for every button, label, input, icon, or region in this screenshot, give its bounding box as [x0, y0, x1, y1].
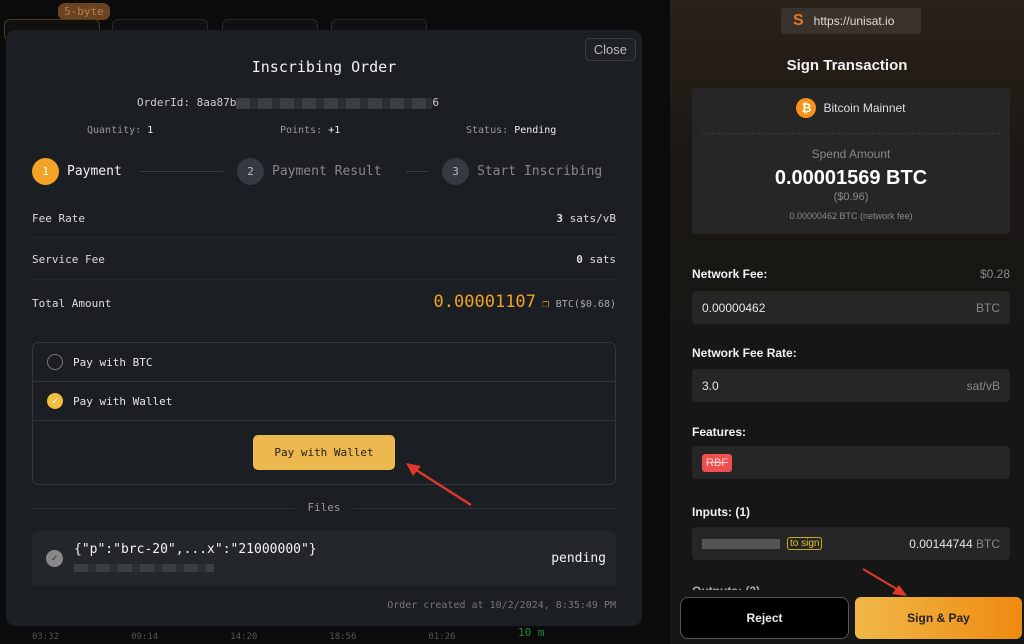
fee-rate-field[interactable]: 3.0 sat/vB	[692, 369, 1010, 402]
file-status: pending	[551, 551, 606, 566]
points: Points: +1	[280, 125, 341, 136]
network-fee-field[interactable]: 0.00000462 BTC	[692, 291, 1010, 324]
inscribing-order-modal: Close Inscribing Order OrderId: 8aa87b 6 …	[6, 30, 642, 626]
bitcoin-icon: ₿	[796, 98, 817, 118]
pay-with-wallet-button[interactable]: Pay with Wallet	[253, 435, 395, 470]
files-label: Files	[295, 501, 353, 514]
step-divider	[406, 171, 428, 172]
redacted-block	[236, 97, 433, 109]
copy-icon: ❐	[542, 297, 550, 310]
network-fee-label: Network Fee:	[692, 267, 768, 281]
sign-and-pay-button[interactable]: Sign & Pay	[855, 597, 1022, 639]
redacted-block	[702, 538, 780, 549]
spend-card: ₿ Bitcoin Mainnet Spend Amount 0.00001569…	[692, 88, 1010, 234]
payment-method-box: Pay with BTC ✓ Pay with Wallet Pay with W…	[32, 342, 616, 485]
order-created: Order created at 10/2/2024, 8:35:49 PM	[387, 600, 616, 611]
status: Status: Pending	[466, 125, 557, 136]
total-amount-row: Total Amount 0.00001107 ❐ BTC($0.68)	[32, 292, 616, 312]
check-icon: ✓	[47, 393, 63, 409]
pay-with-btc-option[interactable]: Pay with BTC	[33, 343, 615, 382]
spend-usd: ($0.96)	[833, 191, 869, 203]
network-name: Bitcoin Mainnet	[823, 101, 906, 115]
quantity: Quantity: 1	[87, 125, 154, 136]
step-divider	[141, 171, 223, 172]
inputs-label: Inputs: (1)	[692, 505, 750, 519]
to-sign-badge: to sign	[787, 537, 823, 550]
reject-button[interactable]: Reject	[680, 597, 849, 639]
fee-rate-label: Network Fee Rate:	[692, 346, 797, 360]
step-start-inscribing: 3 Start Inscribing	[442, 158, 602, 185]
spend-amount: 0.00001569 BTC	[774, 167, 928, 189]
annotation-arrow-icon	[862, 568, 907, 596]
network-fee-usd: $0.28	[979, 267, 1010, 281]
features-label: Features:	[692, 425, 747, 439]
check-icon: ✓	[46, 550, 63, 567]
pay-with-wallet-option[interactable]: ✓ Pay with Wallet	[33, 382, 615, 421]
spend-label: Spend Amount	[811, 147, 891, 161]
bg-gauge-value: 10 m	[518, 626, 545, 639]
service-fee-row: Service Fee 0 sats	[32, 253, 616, 266]
radio-icon	[47, 354, 63, 370]
redacted-block	[74, 564, 214, 572]
input-row: to sign 0.00144744 BTC	[692, 527, 1010, 560]
bg-chart-ticks: 03:32 09:14 14:20 18:56 01:26	[32, 632, 456, 642]
modal-title: Inscribing Order	[251, 58, 397, 76]
spend-fee: 0.00000462 BTC (network fee)	[789, 211, 913, 221]
unisat-logo-icon: S	[793, 12, 804, 29]
size-badge: 5-byte	[58, 3, 110, 20]
order-id: OrderId: 8aa87b 6	[137, 96, 439, 109]
fee-rate-row: Fee Rate 3 sats/vB	[32, 212, 616, 225]
rbf-badge: RBF	[702, 453, 732, 472]
step-payment-result: 2 Payment Result	[237, 158, 382, 185]
wallet-popup: Shttps://unisat.io Sign Transaction ₿ Bit…	[670, 0, 1024, 644]
file-name: {"p":"brc-20",...x":"21000000"}	[74, 542, 317, 557]
features-box: RBF	[692, 446, 1010, 479]
step-payment: 1 Payment	[32, 158, 122, 185]
sign-title: Sign Transaction	[786, 57, 908, 74]
site-badge: Shttps://unisat.io	[781, 8, 921, 34]
file-item: ✓ {"p":"brc-20",...x":"21000000"} pendin…	[32, 531, 616, 586]
